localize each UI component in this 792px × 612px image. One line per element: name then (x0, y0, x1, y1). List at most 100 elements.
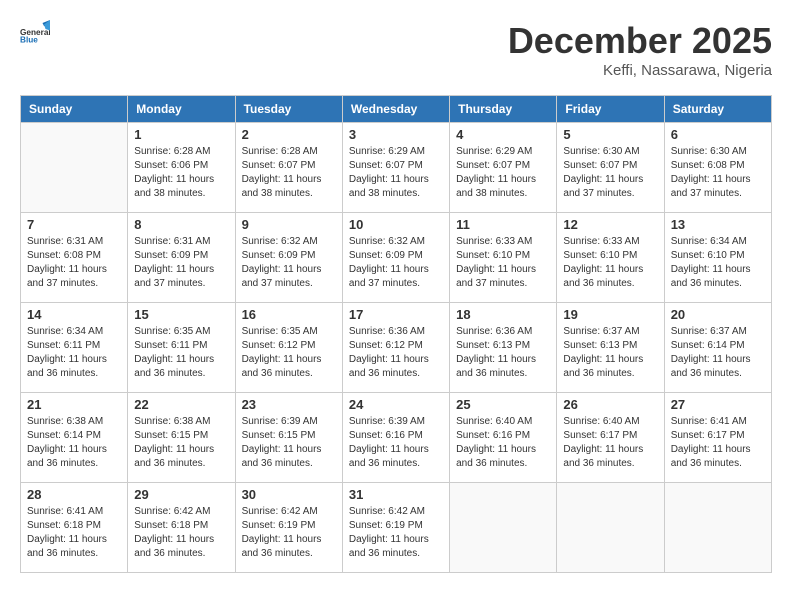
day-info: Sunrise: 6:35 AM Sunset: 6:11 PM Dayligh… (134, 325, 228, 381)
day-info: Sunrise: 6:28 AM Sunset: 6:07 PM Dayligh… (242, 145, 336, 201)
day-info: Sunrise: 6:34 AM Sunset: 6:11 PM Dayligh… (27, 325, 121, 381)
day-number: 29 (134, 487, 228, 502)
day-info: Sunrise: 6:28 AM Sunset: 6:06 PM Dayligh… (134, 145, 228, 201)
day-info: Sunrise: 6:42 AM Sunset: 6:19 PM Dayligh… (242, 505, 336, 561)
day-info: Sunrise: 6:42 AM Sunset: 6:19 PM Dayligh… (349, 505, 443, 561)
day-number: 20 (671, 307, 765, 322)
header-row: SundayMondayTuesdayWednesdayThursdayFrid… (21, 96, 772, 123)
day-info: Sunrise: 6:31 AM Sunset: 6:09 PM Dayligh… (134, 235, 228, 291)
calendar-cell: 15 Sunrise: 6:35 AM Sunset: 6:11 PM Dayli… (128, 303, 235, 393)
calendar-cell: 22 Sunrise: 6:38 AM Sunset: 6:15 PM Dayli… (128, 393, 235, 483)
day-info: Sunrise: 6:36 AM Sunset: 6:12 PM Dayligh… (349, 325, 443, 381)
calendar-table: SundayMondayTuesdayWednesdayThursdayFrid… (20, 95, 772, 573)
calendar-body: 1 Sunrise: 6:28 AM Sunset: 6:06 PM Daylig… (21, 123, 772, 573)
calendar-cell (450, 483, 557, 573)
day-info: Sunrise: 6:38 AM Sunset: 6:15 PM Dayligh… (134, 415, 228, 471)
calendar-cell: 3Sunrise: 6:29 AM Sunset: 6:07 PM Daylig… (342, 123, 449, 213)
calendar-cell: 8 Sunrise: 6:31 AM Sunset: 6:09 PM Daylig… (128, 213, 235, 303)
day-number: 7 (27, 217, 121, 232)
calendar-cell: 1 Sunrise: 6:28 AM Sunset: 6:06 PM Daylig… (128, 123, 235, 213)
day-info: Sunrise: 6:41 AM Sunset: 6:18 PM Dayligh… (27, 505, 121, 561)
week-row-1: 7 Sunrise: 6:31 AM Sunset: 6:08 PM Daylig… (21, 213, 772, 303)
day-number: 26 (563, 397, 657, 412)
day-number: 15 (134, 307, 228, 322)
day-info: Sunrise: 6:36 AM Sunset: 6:13 PM Dayligh… (456, 325, 550, 381)
header-day-tuesday: Tuesday (235, 96, 342, 123)
day-info: Sunrise: 6:33 AM Sunset: 6:10 PM Dayligh… (563, 235, 657, 291)
calendar-cell: 18Sunrise: 6:36 AM Sunset: 6:13 PM Dayli… (450, 303, 557, 393)
day-number: 14 (27, 307, 121, 322)
day-number: 19 (563, 307, 657, 322)
calendar-cell: 24 Sunrise: 6:39 AM Sunset: 6:16 PM Dayli… (342, 393, 449, 483)
day-number: 16 (242, 307, 336, 322)
day-number: 28 (27, 487, 121, 502)
day-number: 4 (456, 127, 550, 142)
day-info: Sunrise: 6:35 AM Sunset: 6:12 PM Dayligh… (242, 325, 336, 381)
day-info: Sunrise: 6:32 AM Sunset: 6:09 PM Dayligh… (242, 235, 336, 291)
calendar-header: SundayMondayTuesdayWednesdayThursdayFrid… (21, 96, 772, 123)
calendar-cell: 4Sunrise: 6:29 AM Sunset: 6:07 PM Daylig… (450, 123, 557, 213)
calendar-cell: 14 Sunrise: 6:34 AM Sunset: 6:11 PM Dayli… (21, 303, 128, 393)
week-row-3: 21 Sunrise: 6:38 AM Sunset: 6:14 PM Dayli… (21, 393, 772, 483)
day-number: 25 (456, 397, 550, 412)
day-number: 9 (242, 217, 336, 232)
week-row-2: 14 Sunrise: 6:34 AM Sunset: 6:11 PM Dayli… (21, 303, 772, 393)
day-info: Sunrise: 6:31 AM Sunset: 6:08 PM Dayligh… (27, 235, 121, 291)
day-number: 8 (134, 217, 228, 232)
day-number: 1 (134, 127, 228, 142)
day-info: Sunrise: 6:39 AM Sunset: 6:15 PM Dayligh… (242, 415, 336, 471)
calendar-cell: 5 Sunrise: 6:30 AM Sunset: 6:07 PM Daylig… (557, 123, 664, 213)
calendar-cell: 9 Sunrise: 6:32 AM Sunset: 6:09 PM Daylig… (235, 213, 342, 303)
day-number: 22 (134, 397, 228, 412)
calendar-cell: 2Sunrise: 6:28 AM Sunset: 6:07 PM Daylig… (235, 123, 342, 213)
header-day-saturday: Saturday (664, 96, 771, 123)
page-header: General Blue December 2025 Keffi, Nassar… (20, 20, 772, 79)
day-info: Sunrise: 6:40 AM Sunset: 6:16 PM Dayligh… (456, 415, 550, 471)
day-info: Sunrise: 6:30 AM Sunset: 6:07 PM Dayligh… (563, 145, 657, 201)
day-info: Sunrise: 6:34 AM Sunset: 6:10 PM Dayligh… (671, 235, 765, 291)
header-day-thursday: Thursday (450, 96, 557, 123)
day-number: 11 (456, 217, 550, 232)
location-subtitle: Keffi, Nassarawa, Nigeria (508, 62, 772, 79)
calendar-cell (21, 123, 128, 213)
calendar-cell: 13Sunrise: 6:34 AM Sunset: 6:10 PM Dayli… (664, 213, 771, 303)
calendar-cell: 19Sunrise: 6:37 AM Sunset: 6:13 PM Dayli… (557, 303, 664, 393)
day-number: 24 (349, 397, 443, 412)
day-info: Sunrise: 6:41 AM Sunset: 6:17 PM Dayligh… (671, 415, 765, 471)
day-info: Sunrise: 6:37 AM Sunset: 6:14 PM Dayligh… (671, 325, 765, 381)
title-area: December 2025 Keffi, Nassarawa, Nigeria (508, 20, 772, 79)
day-number: 3 (349, 127, 443, 142)
calendar-cell: 17 Sunrise: 6:36 AM Sunset: 6:12 PM Dayli… (342, 303, 449, 393)
month-title: December 2025 (508, 20, 772, 62)
day-number: 21 (27, 397, 121, 412)
day-info: Sunrise: 6:39 AM Sunset: 6:16 PM Dayligh… (349, 415, 443, 471)
calendar-cell: 31 Sunrise: 6:42 AM Sunset: 6:19 PM Dayli… (342, 483, 449, 573)
logo: General Blue (20, 20, 50, 44)
day-info: Sunrise: 6:38 AM Sunset: 6:14 PM Dayligh… (27, 415, 121, 471)
day-info: Sunrise: 6:32 AM Sunset: 6:09 PM Dayligh… (349, 235, 443, 291)
calendar-cell: 26 Sunrise: 6:40 AM Sunset: 6:17 PM Dayli… (557, 393, 664, 483)
logo-icon: General Blue (20, 20, 50, 44)
day-number: 30 (242, 487, 336, 502)
week-row-0: 1 Sunrise: 6:28 AM Sunset: 6:06 PM Daylig… (21, 123, 772, 213)
day-number: 31 (349, 487, 443, 502)
calendar-cell: 28 Sunrise: 6:41 AM Sunset: 6:18 PM Dayli… (21, 483, 128, 573)
day-number: 12 (563, 217, 657, 232)
svg-text:Blue: Blue (20, 36, 38, 45)
calendar-cell: 30 Sunrise: 6:42 AM Sunset: 6:19 PM Dayli… (235, 483, 342, 573)
calendar-cell (557, 483, 664, 573)
calendar-cell: 25 Sunrise: 6:40 AM Sunset: 6:16 PM Dayli… (450, 393, 557, 483)
day-number: 6 (671, 127, 765, 142)
header-day-wednesday: Wednesday (342, 96, 449, 123)
calendar-cell: 12 Sunrise: 6:33 AM Sunset: 6:10 PM Dayli… (557, 213, 664, 303)
day-number: 5 (563, 127, 657, 142)
day-info: Sunrise: 6:40 AM Sunset: 6:17 PM Dayligh… (563, 415, 657, 471)
day-number: 10 (349, 217, 443, 232)
day-number: 23 (242, 397, 336, 412)
calendar-cell: 10 Sunrise: 6:32 AM Sunset: 6:09 PM Dayli… (342, 213, 449, 303)
day-number: 27 (671, 397, 765, 412)
calendar-cell: 7 Sunrise: 6:31 AM Sunset: 6:08 PM Daylig… (21, 213, 128, 303)
day-number: 17 (349, 307, 443, 322)
calendar-cell: 29Sunrise: 6:42 AM Sunset: 6:18 PM Dayli… (128, 483, 235, 573)
calendar-cell: 21 Sunrise: 6:38 AM Sunset: 6:14 PM Dayli… (21, 393, 128, 483)
